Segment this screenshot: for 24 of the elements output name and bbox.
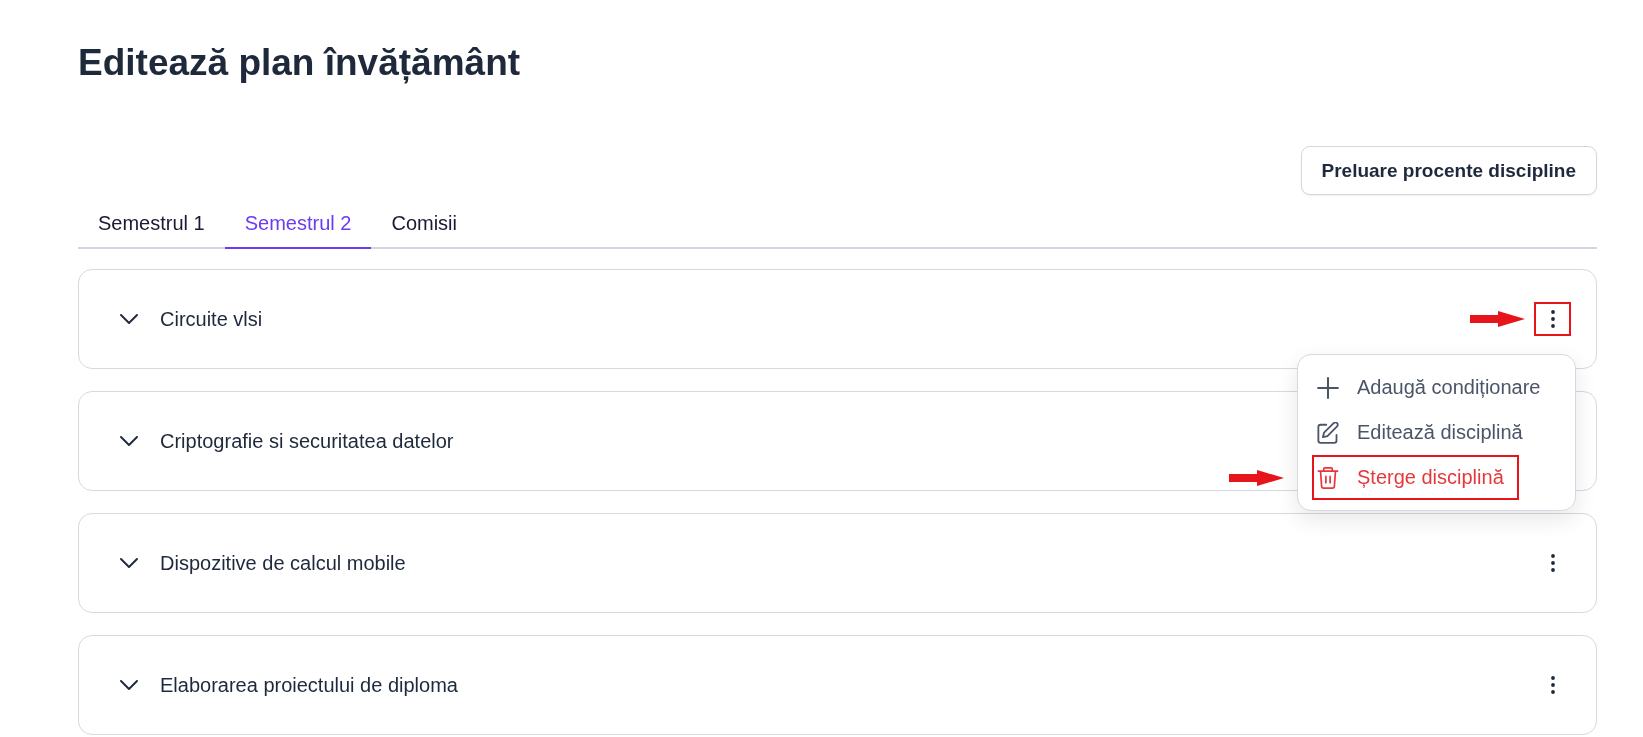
menu-item[interactable]: Editează disciplină <box>1312 410 1538 455</box>
more-options-icon <box>1550 310 1555 328</box>
annotation-arrow <box>1470 311 1525 327</box>
edit-icon <box>1317 421 1339 444</box>
trash-icon <box>1317 466 1339 489</box>
more-options-icon <box>1550 676 1555 694</box>
chevron-down-icon[interactable] <box>120 680 138 690</box>
discipline-name: Circuite vlsi <box>160 307 263 331</box>
more-options-icon <box>1550 554 1555 572</box>
page-title: Editează plan învățământ <box>78 41 521 86</box>
chevron-down-icon[interactable] <box>120 436 138 446</box>
plus-icon <box>1317 376 1339 399</box>
discipline-name: Criptografie si securitatea datelor <box>160 429 454 453</box>
more-options-button[interactable] <box>1534 302 1571 336</box>
tab[interactable]: Comisii <box>371 199 477 249</box>
chevron-down-icon[interactable] <box>120 314 138 324</box>
discipline-name: Dispozitive de calcul mobile <box>160 551 406 575</box>
chevron-down-icon[interactable] <box>120 558 138 568</box>
tab[interactable]: Semestrul 1 <box>78 199 225 249</box>
discipline-name: Elaborarea proiectului de diploma <box>160 673 458 697</box>
preluare-button[interactable]: Preluare procente discipline <box>1300 146 1597 195</box>
tab[interactable]: Semestrul 2 <box>224 199 372 249</box>
annotation-arrow <box>1229 469 1284 486</box>
menu-item[interactable]: Adaugă condiționare <box>1312 365 1556 410</box>
